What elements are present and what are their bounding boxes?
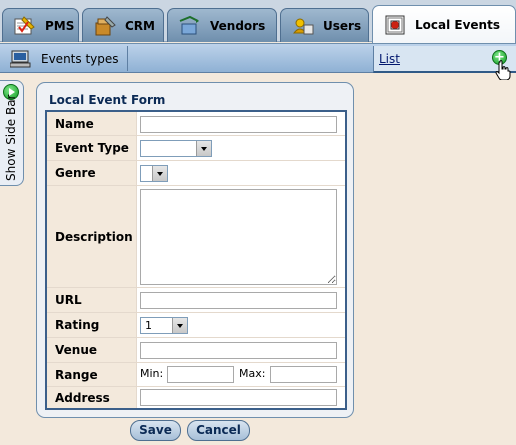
row-description: Description: [47, 186, 345, 288]
row-venue: Venue: [47, 338, 345, 363]
range-max-field[interactable]: [270, 366, 337, 383]
tab-users[interactable]: Users: [280, 8, 369, 42]
chevron-down-icon: [152, 166, 167, 181]
name-label: Name: [47, 112, 137, 135]
computer-icon: [9, 50, 32, 68]
url-label: URL: [47, 288, 137, 312]
range-max-label: Max:: [239, 367, 266, 380]
tab-crm-label: CRM: [125, 18, 155, 33]
tab-users-label: Users: [323, 18, 362, 33]
pms-icon: [13, 15, 37, 37]
chevron-down-icon: [196, 141, 211, 156]
rating-select[interactable]: 1: [140, 317, 188, 334]
row-name: Name: [47, 112, 345, 136]
rating-value: 1: [145, 319, 152, 332]
row-url: URL: [47, 288, 345, 313]
show-side-bar-label: Show Side Bar: [4, 94, 18, 181]
row-event-type: Event Type: [47, 136, 345, 161]
local-event-form-panel: Local Event Form Name Event Type Genre D…: [36, 82, 354, 418]
cancel-button[interactable]: Cancel: [187, 420, 250, 441]
address-field[interactable]: [140, 389, 337, 406]
chevron-down-icon: [172, 318, 187, 333]
row-address: Address: [47, 387, 345, 408]
row-rating: Rating 1: [47, 313, 345, 338]
description-textarea[interactable]: [140, 189, 337, 285]
tab-local-events[interactable]: Local Events: [372, 5, 516, 43]
range-label: Range: [47, 363, 137, 386]
tab-local-events-label: Local Events: [415, 17, 500, 32]
hand-cursor-icon: [495, 60, 511, 80]
name-field[interactable]: [140, 116, 337, 133]
genre-label: Genre: [47, 161, 137, 185]
tab-crm[interactable]: CRM: [82, 8, 164, 42]
range-min-field[interactable]: [167, 366, 234, 383]
event-type-label: Event Type: [47, 136, 137, 160]
list-link[interactable]: List: [379, 52, 400, 66]
tab-pms-label: PMS: [45, 18, 75, 33]
events-types-label: Events types: [41, 51, 119, 66]
row-genre: Genre: [47, 161, 345, 186]
form-title: Local Event Form: [49, 93, 166, 107]
users-icon: [291, 15, 315, 37]
vendors-icon: [178, 15, 202, 37]
venue-label: Venue: [47, 338, 137, 362]
list-tab: List +: [373, 46, 516, 80]
form-table: Name Event Type Genre Description URL Ra…: [45, 110, 347, 410]
local-events-icon: [383, 14, 407, 36]
events-types-link[interactable]: Events types: [0, 46, 128, 71]
event-type-select[interactable]: [140, 140, 212, 157]
address-label: Address: [47, 387, 137, 408]
rating-label: Rating: [47, 313, 137, 337]
crm-icon: [93, 15, 117, 37]
range-min-label: Min:: [140, 367, 164, 380]
description-label: Description: [47, 186, 137, 287]
genre-select[interactable]: [140, 165, 168, 182]
url-field[interactable]: [140, 292, 337, 309]
tab-pms[interactable]: PMS: [2, 8, 79, 42]
sub-nav-bar: Events types List +: [0, 43, 516, 80]
venue-field[interactable]: [140, 342, 337, 359]
tab-vendors[interactable]: Vendors: [167, 8, 277, 42]
main-tab-bar: PMS CRM Vendors Users Local Events: [0, 0, 516, 43]
tab-vendors-label: Vendors: [210, 18, 266, 33]
show-side-bar-toggle[interactable]: Show Side Bar: [0, 80, 24, 186]
row-range: Range Min: Max:: [47, 363, 345, 387]
save-button[interactable]: Save: [130, 420, 181, 441]
